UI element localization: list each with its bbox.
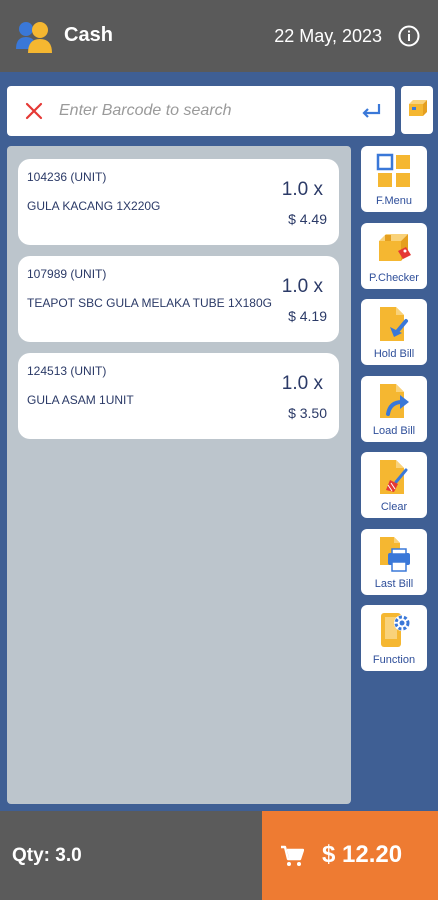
settings-phone-icon: [381, 613, 410, 647]
total-qty: Qty: 3.0: [12, 845, 82, 866]
app-header: Cash 22 May, 2023: [0, 0, 438, 72]
item-qty: 1.0 x: [281, 373, 323, 394]
clear-bill-icon: [380, 460, 408, 494]
pchecker-label: P.Checker: [369, 272, 419, 284]
clear-label: Clear: [380, 501, 408, 513]
list-item[interactable]: 124513 (UNIT) GULA ASAM 1UNIT 1.0 x $ 3.…: [18, 353, 339, 439]
item-code: 104236 (UNIT): [27, 170, 107, 184]
item-qty: 1.0 x: [281, 179, 323, 200]
load-bill-icon: [380, 384, 409, 418]
item-price: $ 4.19: [288, 308, 327, 324]
date-label: 22 May, 2023: [274, 26, 382, 46]
printer-icon: [380, 537, 410, 572]
last-bill-button[interactable]: Last Bill: [361, 529, 427, 595]
item-price: $ 4.49: [288, 211, 327, 227]
function-label: Function: [372, 654, 416, 666]
hold-bill-label: Hold Bill: [373, 348, 415, 360]
price-tag-box-icon: [379, 234, 411, 261]
hold-bill-icon: [380, 307, 408, 341]
enter-arrow-icon[interactable]: [359, 99, 383, 123]
item-list-panel: 104236 (UNIT) GULA KACANG 1X220G 1.0 x $…: [7, 146, 351, 804]
grid-menu-icon: [376, 153, 410, 187]
fmenu-button[interactable]: F.Menu: [361, 146, 427, 212]
item-description: GULA KACANG 1X220G: [27, 199, 161, 213]
item-code: 124513 (UNIT): [27, 364, 107, 378]
load-bill-button[interactable]: Load Bill: [361, 376, 427, 442]
cart-icon: [281, 845, 304, 866]
hold-bill-button[interactable]: Hold Bill: [361, 299, 427, 365]
checkout-button[interactable]: $ 12.20: [262, 811, 438, 900]
item-description: TEAPOT SBC GULA MELAKA TUBE 1X180G: [27, 296, 272, 310]
function-button[interactable]: Function: [361, 605, 427, 671]
list-item[interactable]: 107989 (UNIT) TEAPOT SBC GULA MELAKA TUB…: [18, 256, 339, 342]
fmenu-label: F.Menu: [375, 195, 413, 207]
item-description: GULA ASAM 1UNIT: [27, 393, 134, 407]
total-amount: $ 12.20: [322, 841, 403, 868]
pchecker-button[interactable]: P.Checker: [361, 223, 427, 289]
barcode-search-input[interactable]: [59, 96, 349, 126]
users-icon[interactable]: [16, 19, 52, 53]
footer-bar: Qty: 3.0 $ 12.20: [0, 811, 438, 900]
item-code: 107989 (UNIT): [27, 267, 107, 281]
list-item[interactable]: 104236 (UNIT) GULA KACANG 1X220G 1.0 x $…: [18, 159, 339, 245]
page-title: Cash: [64, 24, 113, 46]
clear-button[interactable]: Clear: [361, 452, 427, 518]
package-scan-button[interactable]: [401, 86, 433, 134]
barcode-search-box: [7, 86, 395, 136]
package-scan-icon: [409, 100, 427, 116]
close-icon[interactable]: [23, 100, 45, 122]
last-bill-label: Last Bill: [374, 578, 414, 590]
item-price: $ 3.50: [288, 405, 327, 421]
item-qty: 1.0 x: [281, 276, 323, 297]
load-bill-label: Load Bill: [372, 425, 416, 437]
info-icon[interactable]: [398, 25, 420, 47]
